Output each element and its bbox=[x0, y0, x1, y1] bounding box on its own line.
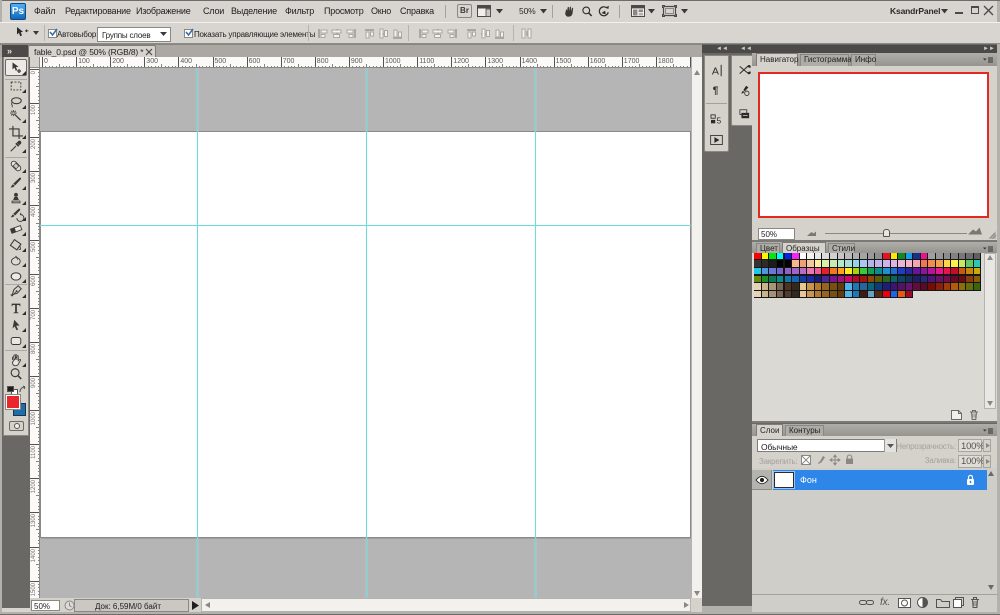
svg-text:A: A bbox=[712, 66, 720, 78]
svg-text:5: 5 bbox=[717, 115, 722, 125]
svg-text:¶: ¶ bbox=[713, 85, 719, 96]
